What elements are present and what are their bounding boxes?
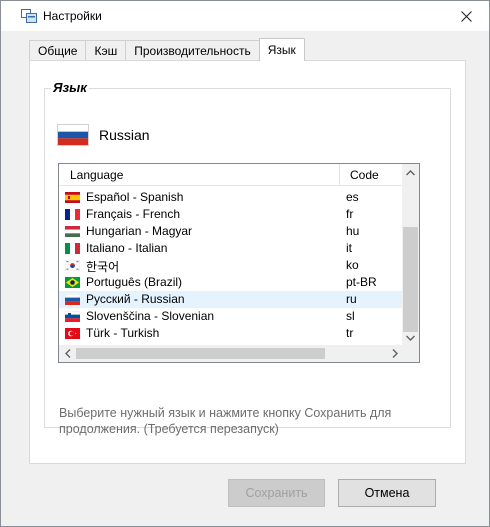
language-code: hu [346,224,360,238]
list-item[interactable]: Türk - Turkish tr [59,325,403,342]
language-name: Italiano - Italian [86,241,168,255]
language-code: ru [346,292,357,306]
scroll-down-arrow-icon[interactable] [402,329,419,346]
language-name: Hungarian - Magyar [86,224,193,238]
turkey-flag-icon [65,328,80,339]
close-button[interactable] [443,1,489,31]
list-item[interactable]: Français - French fr [59,206,403,223]
language-list[interactable]: Language Code Español - Spanish es Franç… [58,163,420,363]
window-title: Настройки [43,9,102,23]
language-groupbox: Язык Russian Language Code Español - Spa… [44,80,451,436]
hint-text: Выберите нужный язык и нажмите кнопку Со… [59,406,392,436]
language-name: 한국어 [86,260,120,274]
group-legend: Язык [51,80,89,95]
cancel-button[interactable]: Отмена [338,479,436,507]
close-icon [460,10,472,22]
horizontal-scroll-thumb[interactable] [76,348,325,359]
list-rows: Español - Spanish es Français - French f… [59,189,403,342]
vertical-scrollbar[interactable] [402,164,419,346]
language-name: Türk - Turkish [86,326,160,340]
language-name: Español - Spanish [86,190,184,204]
settings-dialog: Настройки Общие Кэш Производительность Я… [0,0,490,527]
hungary-flag-icon [65,226,80,237]
language-code: fr [346,207,354,221]
language-code: it [346,241,352,255]
language-code: pt-BR [346,275,377,289]
list-item-selected[interactable]: Русский - Russian ru [59,291,403,308]
korea-flag-icon [65,260,80,271]
russia-flag-icon [65,294,80,305]
russia-flag-icon [57,124,89,146]
column-header-code[interactable]: Code [340,164,403,186]
language-code: tr [346,326,354,340]
current-language-name: Russian [99,127,150,143]
language-code: sl [346,309,355,323]
tab-language[interactable]: Язык [258,38,305,61]
vertical-scroll-thumb[interactable] [403,227,418,332]
tab-bar: Общие Кэш Производительность Язык [29,38,305,61]
brazil-flag-icon [65,277,80,288]
italy-flag-icon [65,243,80,254]
language-code: ko [346,258,359,272]
list-item[interactable]: Slovenščina - Slovenian sl [59,308,403,325]
language-name: Français - French [86,207,181,221]
list-header: Language Code [59,164,403,186]
save-button[interactable]: Сохранить [228,479,325,507]
title-bar[interactable]: Настройки [1,1,489,31]
list-item[interactable]: Hungarian - Magyar hu [59,223,403,240]
current-language: Russian [57,124,150,146]
list-item[interactable]: 한국어 ko [59,257,403,274]
slovenia-flag-icon [65,311,80,322]
list-item[interactable]: Português (Brazil) pt-BR [59,274,403,291]
scroll-right-arrow-icon[interactable] [386,345,403,362]
scrollbar-corner [402,345,419,362]
list-item[interactable]: Italiano - Italian it [59,240,403,257]
app-icon [21,9,37,23]
tab-general[interactable]: Общие [29,40,87,61]
list-item[interactable]: Español - Spanish es [59,189,403,206]
language-tab-panel: Язык Russian Language Code Español - Spa… [29,60,466,464]
spain-flag-icon [65,192,80,203]
language-name: Русский - Russian [86,292,185,306]
language-name: Slovenščina - Slovenian [86,309,215,323]
scroll-up-arrow-icon[interactable] [402,164,419,181]
horizontal-scrollbar[interactable] [59,345,403,362]
column-header-language[interactable]: Language [59,164,340,186]
tab-cache[interactable]: Кэш [85,40,127,61]
scroll-left-arrow-icon[interactable] [59,345,76,362]
tab-performance[interactable]: Производительность [125,40,260,61]
france-flag-icon [65,209,80,220]
language-name: Português (Brazil) [86,275,183,289]
language-code: es [346,190,359,204]
